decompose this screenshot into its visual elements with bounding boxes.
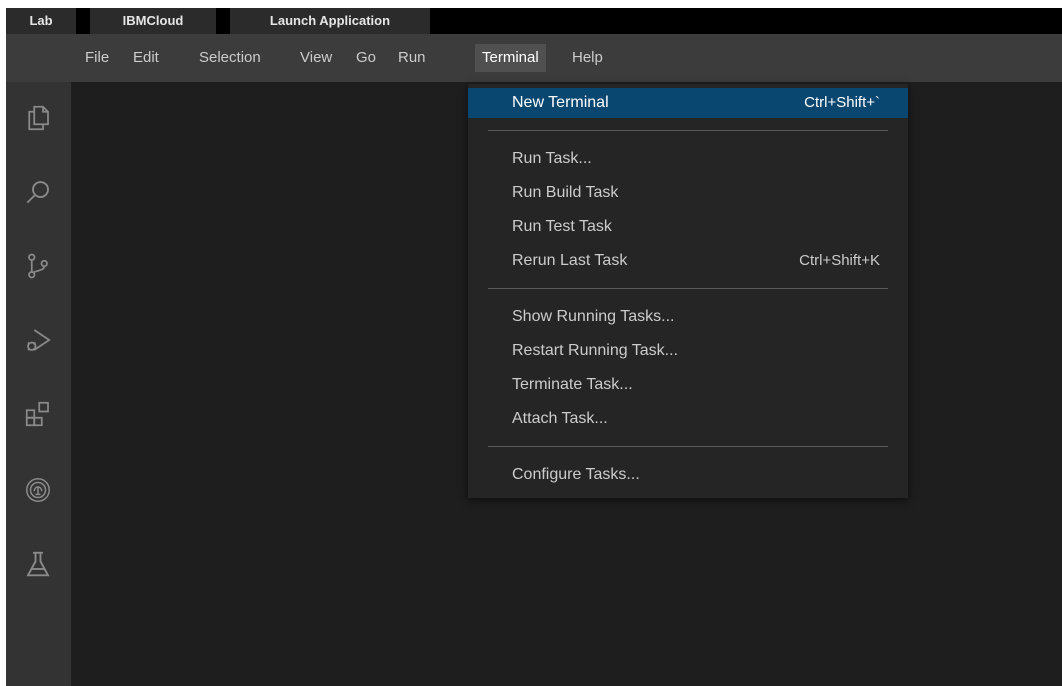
menu-separator: [488, 288, 888, 289]
menu-item-show-running-tasks[interactable]: Show Running Tasks...: [468, 302, 908, 332]
menu-item-label: New Terminal: [512, 94, 609, 111]
menu-item-label: Run Task...: [512, 150, 592, 167]
menu-selection[interactable]: Selection: [192, 44, 268, 72]
menu-item-restart-running-task[interactable]: Restart Running Task...: [468, 336, 908, 366]
tab-launch-application[interactable]: Launch Application: [230, 8, 430, 34]
menu-view[interactable]: View: [293, 44, 339, 72]
menu-item-run-test-task[interactable]: Run Test Task: [468, 212, 908, 242]
menu-item-shortcut: Ctrl+Shift+`: [804, 94, 880, 111]
menu-item-new-terminal[interactable]: New Terminal Ctrl+Shift+`: [468, 88, 908, 118]
menu-item-label: Rerun Last Task: [512, 252, 628, 269]
menu-item-shortcut: Ctrl+Shift+K: [799, 252, 880, 269]
menu-item-run-build-task[interactable]: Run Build Task: [468, 178, 908, 208]
menu-item-rerun-last-task[interactable]: Rerun Last Task Ctrl+Shift+K: [468, 246, 908, 276]
menu-file[interactable]: File: [78, 44, 116, 72]
menu-go[interactable]: Go: [349, 44, 383, 72]
menu-edit[interactable]: Edit: [126, 44, 166, 72]
menu-item-label: Restart Running Task...: [512, 342, 679, 359]
menu-item-attach-task[interactable]: Attach Task...: [468, 404, 908, 434]
ibm-cloud-icon[interactable]: [18, 470, 58, 510]
menu-bar: File Edit Selection View Go Run Terminal…: [6, 34, 1062, 82]
menu-separator: [488, 130, 888, 131]
menu-separator: [488, 446, 888, 447]
menu-item-label: Attach Task...: [512, 410, 608, 427]
explorer-icon[interactable]: [18, 98, 58, 138]
extensions-icon[interactable]: [18, 394, 58, 434]
menu-run[interactable]: Run: [391, 44, 433, 72]
menu-item-label: Show Running Tasks...: [512, 308, 675, 325]
menu-item-run-task[interactable]: Run Task...: [468, 144, 908, 174]
terminal-menu-dropdown: New Terminal Ctrl+Shift+` Run Task... Ru…: [468, 84, 908, 498]
menu-terminal[interactable]: Terminal: [475, 44, 546, 72]
tab-ibmcloud[interactable]: IBMCloud: [90, 8, 216, 34]
menu-item-label: Run Test Task: [512, 218, 612, 235]
search-icon[interactable]: [18, 172, 58, 212]
run-debug-icon[interactable]: [18, 320, 58, 360]
lab-flask-icon[interactable]: [18, 544, 58, 584]
menu-item-label: Run Build Task: [512, 184, 619, 201]
activity-bar: [6, 82, 71, 686]
ide-window: Lab IBMCloud Launch Application File Edi…: [6, 8, 1062, 686]
menu-item-terminate-task[interactable]: Terminate Task...: [468, 370, 908, 400]
top-tab-strip: Lab IBMCloud Launch Application: [6, 8, 1062, 34]
menu-item-label: Terminate Task...: [512, 376, 633, 393]
tab-lab[interactable]: Lab: [6, 8, 76, 34]
source-control-icon[interactable]: [18, 246, 58, 286]
menu-item-configure-tasks[interactable]: Configure Tasks...: [468, 460, 908, 490]
menu-item-label: Configure Tasks...: [512, 466, 640, 483]
menu-help[interactable]: Help: [565, 44, 610, 72]
